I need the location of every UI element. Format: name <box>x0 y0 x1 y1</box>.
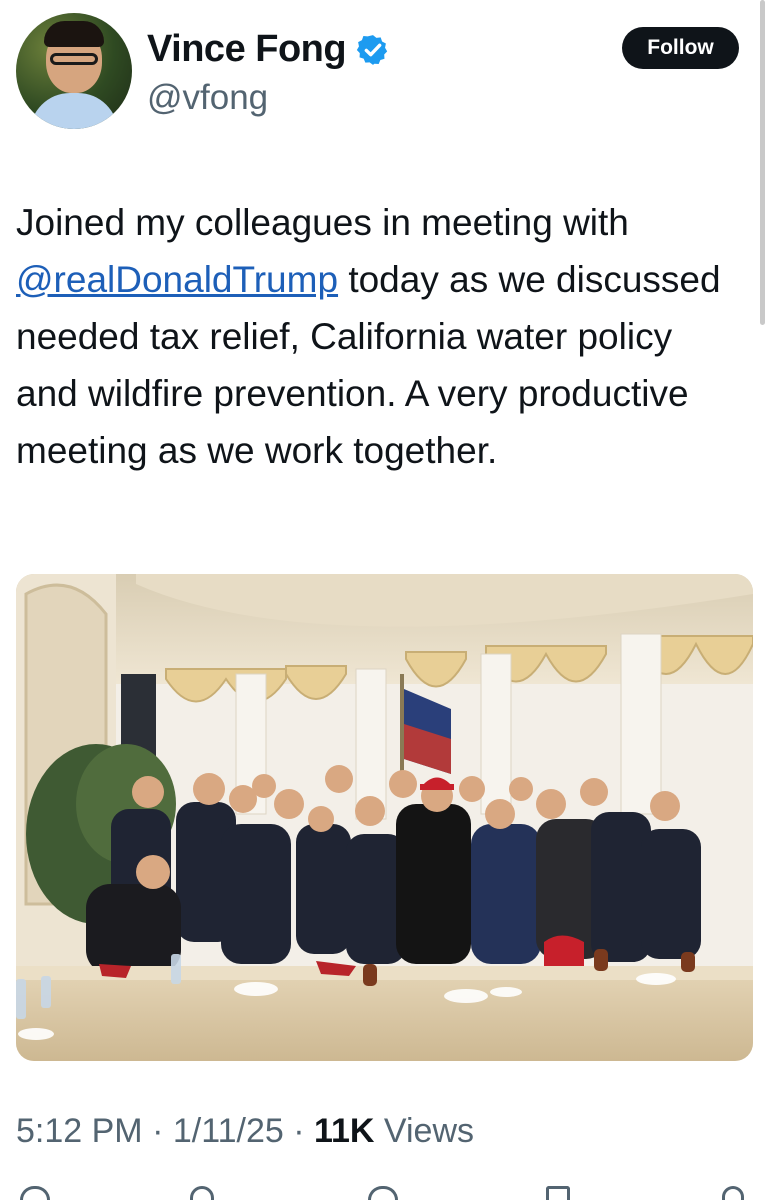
action-bar <box>0 1186 769 1200</box>
mention-link[interactable]: @realDonaldTrump <box>16 259 338 300</box>
avatar[interactable] <box>16 13 132 129</box>
tweet-photo[interactable] <box>16 574 753 1061</box>
author-handle[interactable]: @vfong <box>147 78 268 118</box>
tweet-text-before: Joined my colleagues in meeting with <box>16 202 629 243</box>
scrollbar-thumb[interactable] <box>760 0 765 325</box>
share-icon[interactable] <box>722 1186 744 1200</box>
avatar-hair <box>44 21 104 47</box>
meeting-photo-illustration <box>16 574 753 1061</box>
tweet-meta: 5:12 PM · 1/11/25 · 11K Views <box>16 1112 474 1151</box>
retweet-icon[interactable] <box>190 1186 214 1200</box>
tweet-text: Joined my colleagues in meeting with @re… <box>16 194 741 479</box>
like-icon[interactable] <box>368 1186 398 1200</box>
bookmark-icon[interactable] <box>546 1186 570 1200</box>
avatar-shirt <box>30 93 118 129</box>
reply-icon[interactable] <box>20 1186 50 1200</box>
avatar-glasses <box>50 53 98 65</box>
views-label: Views <box>374 1112 475 1150</box>
views-count: 11K <box>313 1112 375 1150</box>
follow-button[interactable]: Follow <box>622 27 739 69</box>
tweet-date[interactable]: 1/11/25 <box>173 1112 284 1150</box>
tweet-time[interactable]: 5:12 PM <box>16 1112 143 1150</box>
author-name-row[interactable]: Vince Fong <box>147 28 390 71</box>
author-name[interactable]: Vince Fong <box>147 28 347 71</box>
meta-separator: · <box>283 1112 314 1150</box>
meta-separator: · <box>142 1112 173 1150</box>
verified-badge-icon <box>356 34 388 65</box>
